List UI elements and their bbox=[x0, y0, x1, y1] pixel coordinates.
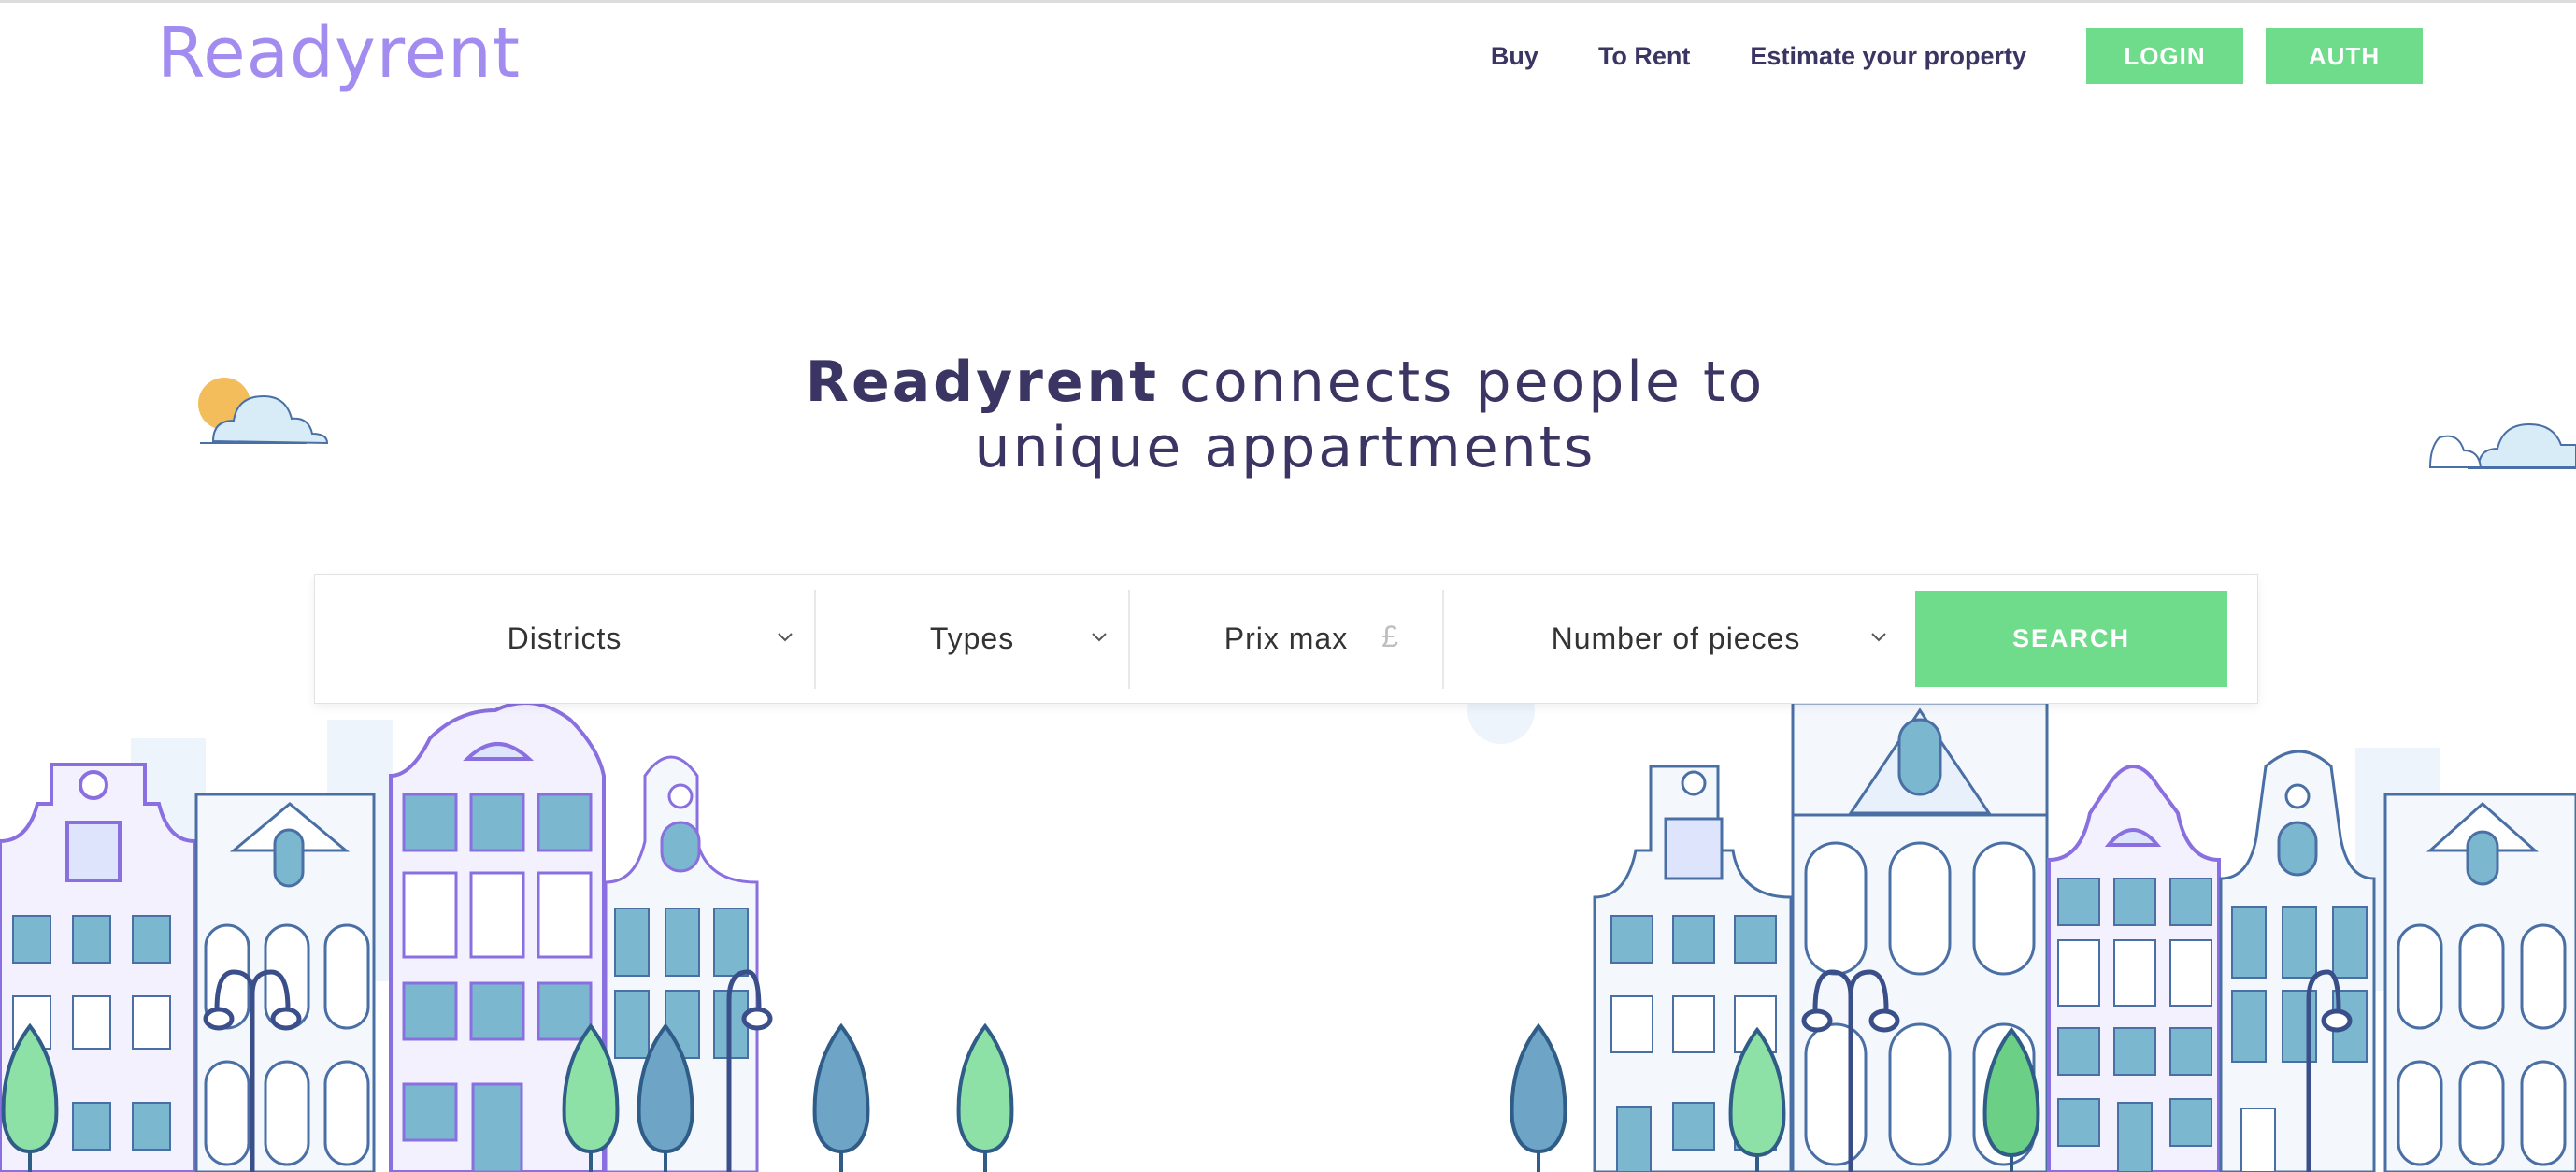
search-bar: Districts Types Prix max £ Number of pie… bbox=[314, 574, 2258, 704]
building-right-4 bbox=[2219, 750, 2376, 1172]
search-button[interactable]: SEARCH bbox=[1915, 591, 2227, 687]
max-price-input[interactable]: Prix max £ bbox=[1130, 575, 1442, 703]
currency-symbol: £ bbox=[1381, 620, 1399, 653]
chevron-down-icon bbox=[778, 633, 793, 642]
building-right-5 bbox=[2383, 793, 2576, 1172]
cloud-icon bbox=[2428, 422, 2576, 469]
districts-select[interactable]: Districts bbox=[315, 575, 814, 703]
pieces-label: Number of pieces bbox=[1551, 622, 1801, 655]
max-price-placeholder: Prix max bbox=[1224, 622, 1349, 655]
chevron-down-icon bbox=[1092, 633, 1107, 642]
types-label: Types bbox=[929, 622, 1015, 655]
types-select[interactable]: Types bbox=[816, 575, 1128, 703]
building-right-3 bbox=[2047, 765, 2221, 1172]
chevron-down-icon bbox=[1871, 633, 1886, 642]
districts-label: Districts bbox=[507, 622, 623, 655]
pieces-select[interactable]: Number of pieces bbox=[1444, 575, 1908, 703]
